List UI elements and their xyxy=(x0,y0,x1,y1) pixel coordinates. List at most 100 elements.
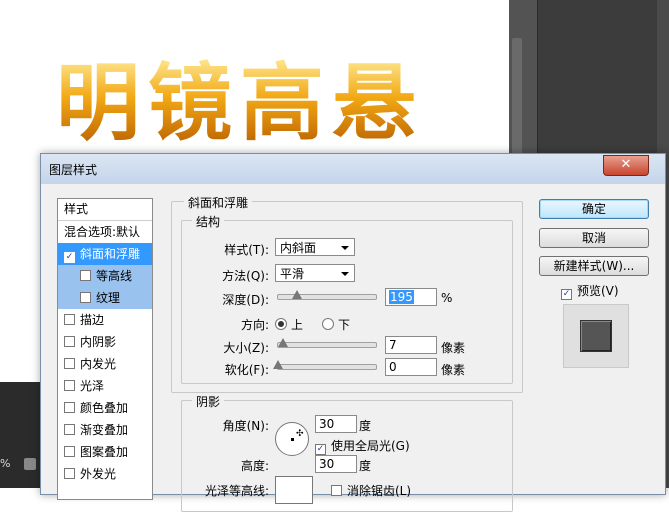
style-list-item-label: 光泽 xyxy=(80,379,105,393)
direction-up-radio[interactable]: 上 xyxy=(275,316,303,333)
chevron-down-icon xyxy=(341,272,349,276)
artwork-text: 明镜高悬 xyxy=(56,53,424,147)
depth-input[interactable]: 195 xyxy=(385,288,437,306)
style-list-item-label: 混合选项:默认 xyxy=(64,225,141,239)
style-checkbox[interactable] xyxy=(80,292,91,303)
size-input[interactable]: 7 xyxy=(385,336,437,354)
style-list-item-label: 纹理 xyxy=(96,291,121,305)
style-list-item[interactable]: 内发光 xyxy=(58,353,152,375)
altitude-input[interactable]: 30 xyxy=(315,455,357,473)
global-light-check[interactable]: ✓ xyxy=(315,444,326,455)
angle-center-dot xyxy=(291,438,294,441)
style-checkbox[interactable] xyxy=(64,336,75,347)
style-label: 样式(T): xyxy=(224,243,269,257)
style-list-item-label: 渐变叠加 xyxy=(80,423,129,437)
depth-slider-thumb[interactable] xyxy=(291,290,302,299)
angle-unit: 度 xyxy=(359,419,372,433)
style-checkbox[interactable] xyxy=(64,358,75,369)
soften-value: 0 xyxy=(389,360,397,374)
preview-swatch xyxy=(580,320,612,352)
style-list-item-label: 图案叠加 xyxy=(80,445,129,459)
ok-button[interactable]: 确定 xyxy=(539,199,649,219)
depth-label: 深度(D): xyxy=(222,293,269,307)
style-list-item[interactable]: 混合选项:默认 xyxy=(58,221,152,243)
size-slider[interactable] xyxy=(277,338,377,348)
style-checkbox[interactable]: ✓ xyxy=(64,252,75,263)
soften-label: 软化(F): xyxy=(224,363,269,377)
style-list-item[interactable]: 等高线 xyxy=(58,265,152,287)
style-list-item[interactable]: 颜色叠加 xyxy=(58,397,152,419)
style-list-item[interactable]: 渐变叠加 xyxy=(58,419,152,441)
style-checkbox[interactable] xyxy=(64,314,75,325)
direction-down-radio[interactable]: 下 xyxy=(322,316,350,333)
style-list-item[interactable]: 光泽 xyxy=(58,375,152,397)
style-checkbox[interactable] xyxy=(80,270,91,281)
style-list-item-label: 内阴影 xyxy=(80,335,117,349)
style-list-item[interactable]: 纹理 xyxy=(58,287,152,309)
soften-slider-thumb[interactable] xyxy=(273,360,283,369)
angle-crosshair-icon: ✣ xyxy=(296,429,304,439)
preview-label: 预览(V) xyxy=(577,284,619,298)
global-light-checkbox[interactable]: ✓ 使用全局光(G) xyxy=(315,437,410,455)
gloss-contour-label: 光泽等高线: xyxy=(204,484,269,498)
style-checkbox[interactable] xyxy=(64,402,75,413)
shading-title: 阴影 xyxy=(192,393,225,410)
structure-title: 结构 xyxy=(192,213,225,230)
style-list-item[interactable]: ✓ 斜面和浮雕 xyxy=(58,243,152,265)
style-select[interactable]: 内斜面 xyxy=(275,238,355,256)
style-checkbox[interactable] xyxy=(64,468,75,479)
chevron-down-icon xyxy=(341,246,349,250)
style-list-item-label: 颜色叠加 xyxy=(80,401,129,415)
dialog-titlebar[interactable]: 图层样式 ✕ xyxy=(41,154,665,184)
radio-up[interactable] xyxy=(275,318,287,330)
angle-input[interactable]: 30 xyxy=(315,415,357,433)
gloss-contour-picker[interactable] xyxy=(275,476,313,504)
anti-alias-checkbox[interactable]: 消除锯齿(L) xyxy=(331,482,411,499)
style-checkbox[interactable] xyxy=(64,380,75,391)
style-preview xyxy=(563,304,629,368)
preview-checkbox[interactable]: ✓ 预览(V) xyxy=(561,282,619,300)
style-checkbox[interactable] xyxy=(64,446,75,457)
style-list-item[interactable]: 内阴影 xyxy=(58,331,152,353)
technique-select[interactable]: 平滑 xyxy=(275,264,355,282)
style-list-item-label: 描边 xyxy=(80,313,105,327)
style-list-item[interactable]: 图案叠加 xyxy=(58,441,152,463)
style-list-item[interactable]: 描边 xyxy=(58,309,152,331)
size-label: 大小(Z): xyxy=(223,341,269,355)
style-list-item-label: 外发光 xyxy=(80,467,117,481)
style-list-item-label: 内发光 xyxy=(80,357,117,371)
zoom-level[interactable]: % xyxy=(0,457,10,470)
soften-input[interactable]: 0 xyxy=(385,358,437,376)
style-list-item-label: 斜面和浮雕 xyxy=(80,247,141,261)
technique-select-value: 平滑 xyxy=(280,267,305,281)
style-list-header[interactable]: 样式 xyxy=(58,199,152,221)
anti-alias-check[interactable] xyxy=(331,485,342,496)
depth-slider[interactable] xyxy=(277,290,377,300)
altitude-unit: 度 xyxy=(359,459,372,473)
depth-value: 195 xyxy=(389,290,414,304)
new-style-button[interactable]: 新建样式(W)... xyxy=(539,256,649,276)
style-select-value: 内斜面 xyxy=(280,241,317,255)
direction-label: 方向: xyxy=(240,318,269,332)
angle-dial[interactable]: ✣ xyxy=(275,422,309,456)
preview-check[interactable]: ✓ xyxy=(561,289,572,300)
angle-value: 30 xyxy=(319,417,335,431)
anti-alias-label: 消除锯齿(L) xyxy=(347,484,412,498)
altitude-label: 高度: xyxy=(240,459,269,473)
soften-slider[interactable] xyxy=(273,360,377,370)
bevel-group-title: 斜面和浮雕 xyxy=(184,194,253,211)
radio-down[interactable] xyxy=(322,318,334,330)
cancel-button[interactable]: 取消 xyxy=(539,228,649,248)
style-list: 样式 混合选项:默认 ✓ 斜面和浮雕等高线纹理描边内阴影内发光光泽颜色叠加渐变叠加图… xyxy=(57,198,153,500)
style-checkbox[interactable] xyxy=(64,424,75,435)
size-slider-thumb[interactable] xyxy=(277,338,288,347)
document-info-icon[interactable] xyxy=(24,458,36,470)
layer-style-dialog: 图层样式 ✕ 样式 混合选项:默认 ✓ 斜面和浮雕等高线纹理描边内阴影内发光光泽颜色… xyxy=(40,153,666,512)
depth-unit: % xyxy=(441,291,453,305)
technique-label: 方法(Q): xyxy=(222,269,269,283)
dialog-title: 图层样式 xyxy=(49,163,98,177)
style-list-item[interactable]: 外发光 xyxy=(58,463,152,485)
close-button[interactable]: ✕ xyxy=(603,155,649,176)
angle-label: 角度(N): xyxy=(222,419,269,433)
soften-unit: 像素 xyxy=(441,363,466,377)
